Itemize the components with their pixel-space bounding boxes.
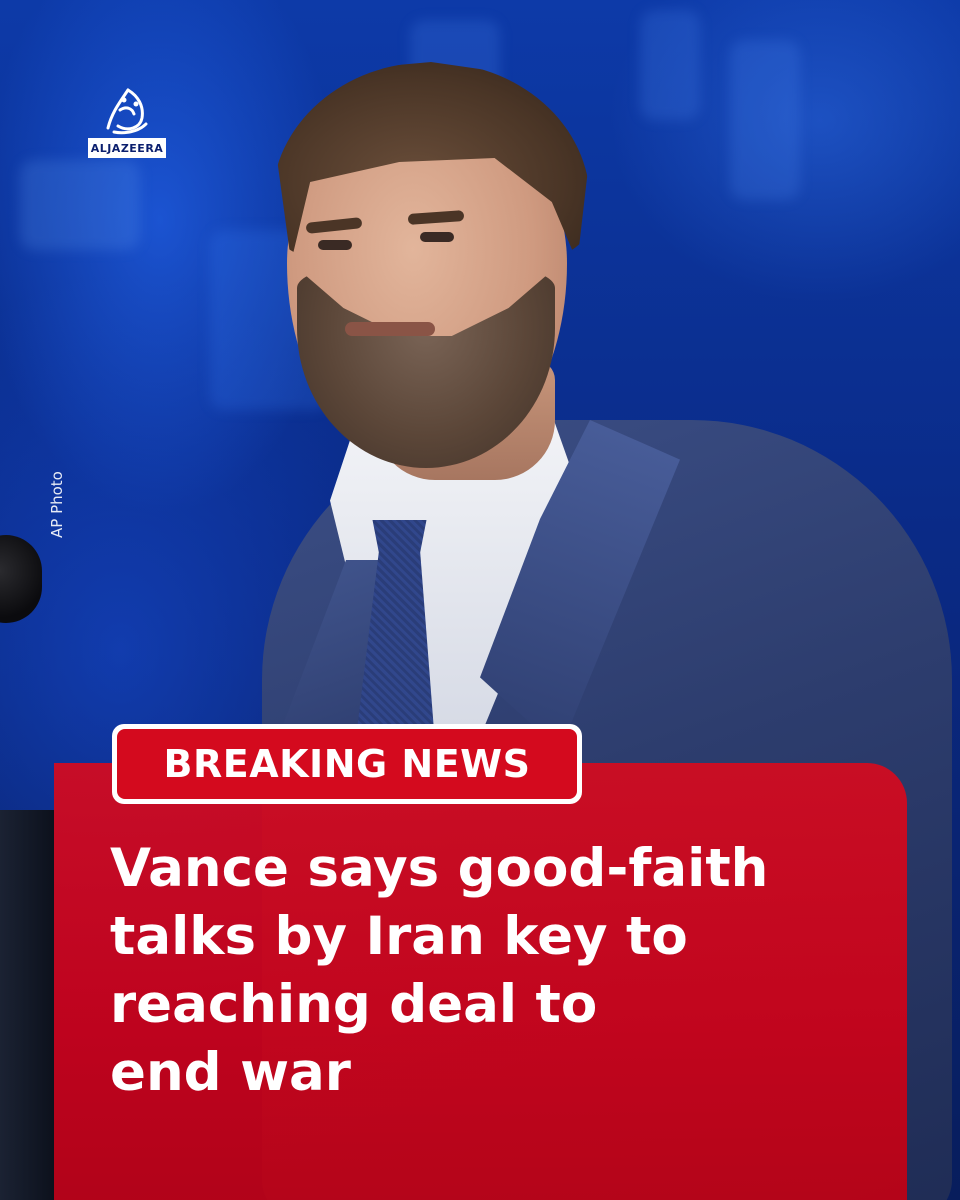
breaking-news-badge: BREAKING NEWS (112, 724, 582, 804)
headline-line: talks by Iran key to (110, 906, 688, 967)
headline-line: end war (110, 1042, 351, 1103)
eye-right (420, 232, 454, 242)
podium (0, 810, 54, 1200)
stage-light (730, 40, 800, 200)
headline-line: reaching deal to (110, 974, 598, 1035)
stage-light (640, 10, 700, 120)
stage-light (20, 160, 140, 250)
logo-wordmark: ALJAZEERA (88, 138, 166, 158)
headline: Vance says good-faith talks by Iran key … (110, 835, 870, 1107)
breaking-news-label: BREAKING NEWS (117, 729, 577, 799)
eye-left (318, 240, 352, 250)
photo-credit: AP Photo (48, 471, 66, 538)
aljazeera-logo: ALJAZEERA (88, 82, 166, 160)
microphone (0, 535, 42, 623)
mouth (345, 322, 435, 336)
al-jazeera-calligraphy-icon (106, 88, 148, 135)
headline-line: Vance says good-faith (110, 838, 769, 899)
